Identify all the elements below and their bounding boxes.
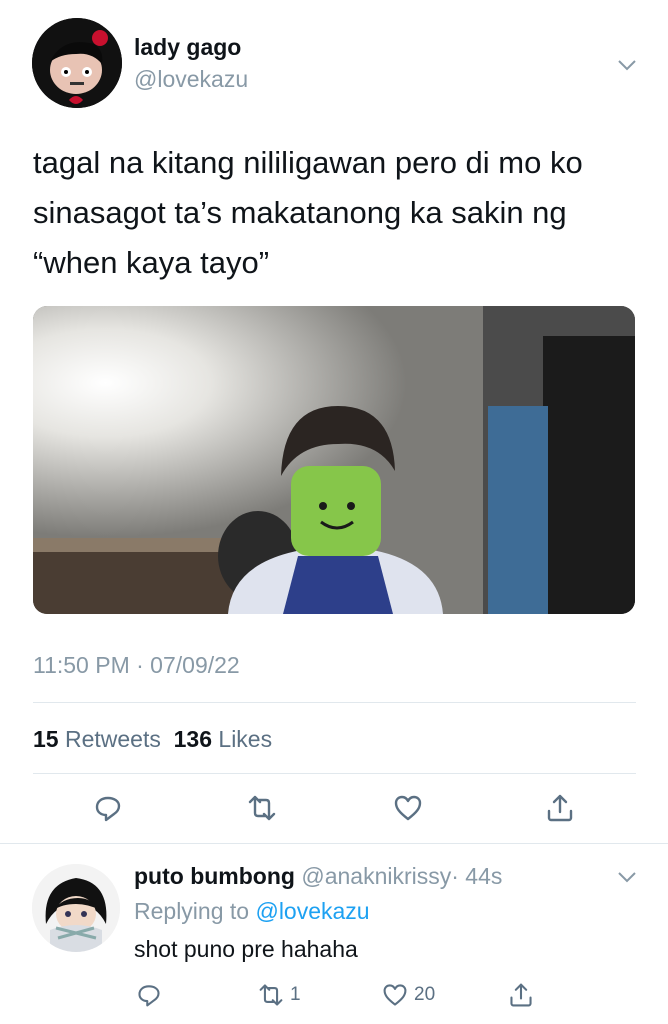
reply-icon (138, 985, 160, 1007)
tweet-text: tagal na kitang nililigawan pero di mo k… (33, 145, 583, 280)
likes-label: Likes (218, 726, 273, 752)
retweets-label: Retweets (64, 726, 161, 752)
like-button[interactable] (386, 786, 430, 830)
chevron-down-icon[interactable] (614, 52, 640, 78)
reply-time[interactable]: · 44s (451, 863, 502, 889)
like-icon (383, 984, 407, 1006)
reply-like-count: 20 (414, 984, 436, 1005)
retweet-icon (248, 795, 276, 821)
reply-retweet-count: 1 (290, 984, 301, 1005)
reply-text: shot puno pre hahaha (134, 936, 358, 962)
retweet-icon (259, 984, 283, 1006)
divider (33, 773, 636, 774)
avatar-anime-image (32, 864, 120, 952)
chevron-down-icon[interactable] (614, 864, 640, 890)
avatar-character-image (32, 18, 122, 108)
reply-retweet-button[interactable]: 1 (258, 982, 301, 1008)
likes-stat[interactable]: 136 Likes (174, 726, 272, 752)
reply-author-avatar[interactable] (32, 864, 120, 952)
section-divider (0, 843, 668, 844)
like-icon (394, 795, 422, 821)
share-button[interactable] (538, 786, 582, 830)
tweet-timestamp[interactable]: 11:50 PM · 07/09/22 (33, 652, 240, 679)
author-display-name[interactable]: lady gago (134, 34, 241, 61)
reply-author-display-name[interactable]: puto bumbong (134, 863, 295, 889)
reply-share-button[interactable] (508, 982, 534, 1008)
tweet-stats: 15 Retweets 136 Likes (33, 726, 272, 753)
reply-icon (95, 796, 121, 822)
likes-count: 136 (173, 726, 213, 752)
divider (33, 702, 636, 703)
retweet-button[interactable] (240, 786, 284, 830)
reply-like-button[interactable]: 20 (382, 982, 435, 1008)
reply-author-handle[interactable]: @anaknikrissy (301, 863, 451, 889)
author-handle[interactable]: @lovekazu (134, 66, 248, 93)
share-icon (510, 983, 532, 1007)
tweet-media-image[interactable] (33, 306, 635, 614)
lego-figure-photo (33, 306, 635, 614)
replying-to: Replying to @lovekazu (134, 898, 370, 925)
replying-to-label: Replying to (134, 898, 250, 924)
retweets-count: 15 (33, 726, 59, 752)
reply-button[interactable] (86, 786, 130, 830)
author-avatar[interactable] (32, 18, 122, 108)
retweets-stat[interactable]: 15 Retweets (33, 726, 161, 752)
reply-header: puto bumbong @anaknikrissy· 44s (134, 863, 502, 890)
reply-reply-button[interactable] (136, 982, 162, 1008)
replying-to-handle-link[interactable]: @lovekazu (255, 898, 369, 924)
share-icon (547, 794, 573, 822)
